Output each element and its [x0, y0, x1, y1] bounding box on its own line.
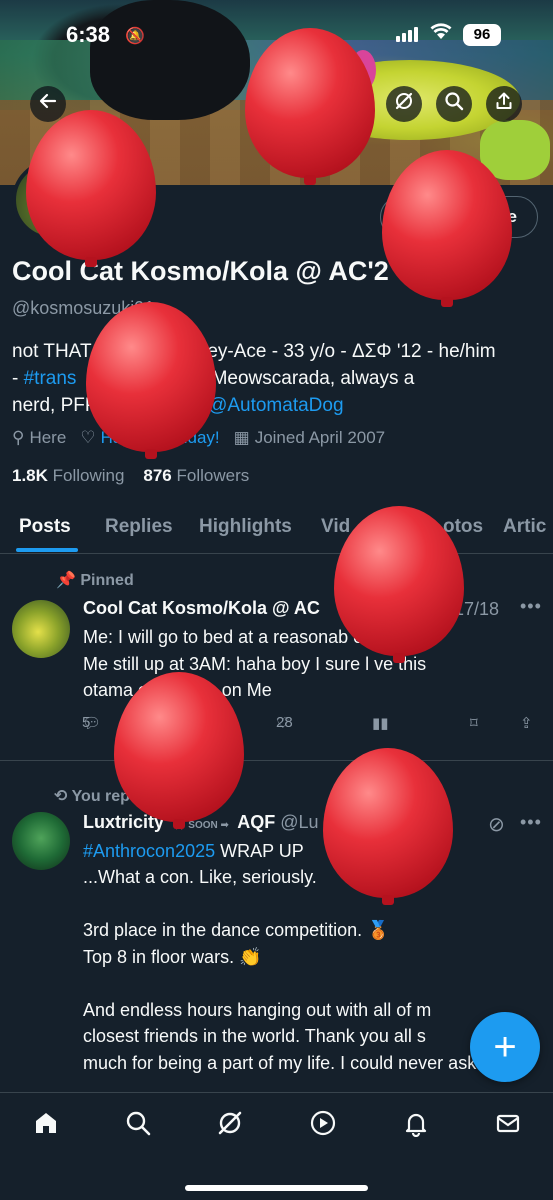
post-author[interactable]: Cool Cat Kosmo/Kola @ AC — [83, 598, 320, 619]
followers-link[interactable]: 876 Followers — [143, 466, 249, 485]
battery-indicator: 96 — [463, 24, 501, 46]
following-link[interactable]: 1.8K Following — [12, 466, 124, 485]
joined-text: Joined April 2007 — [254, 428, 386, 447]
profile-tabs: Posts Replies Highlights Vid otos Artic — [0, 506, 553, 554]
home-indicator — [185, 1185, 368, 1191]
notifications-tab[interactable] — [396, 1109, 436, 1145]
views-icon: ▮▮ — [372, 715, 389, 732]
back-button[interactable] — [30, 86, 66, 122]
following-label: Following — [52, 466, 125, 485]
followers-count: 876 — [143, 466, 172, 485]
wifi-icon — [430, 22, 452, 46]
mail-icon — [494, 1113, 522, 1143]
search-icon — [124, 1111, 152, 1143]
search-tab[interactable] — [118, 1109, 158, 1145]
bio-text: - — [12, 368, 24, 389]
post-divider — [0, 760, 553, 761]
follow-stats: 1.8K Following 876 Followers — [12, 466, 249, 486]
search-button[interactable] — [436, 86, 472, 122]
active-tab-indicator — [16, 548, 78, 552]
calendar-icon: ▦ — [233, 428, 250, 447]
grok-tab[interactable] — [210, 1109, 250, 1145]
more-icon[interactable]: ••• — [520, 812, 542, 833]
grok-icon[interactable]: ⊘ — [488, 812, 506, 837]
post-handle: @Lu — [280, 812, 319, 832]
post-avatar[interactable] — [12, 600, 70, 658]
pinned-label: 📌 Pinned — [56, 570, 134, 590]
share-icon: ⇪ — [520, 715, 533, 732]
joined-date: ▦ Joined April 2007 — [234, 428, 386, 448]
grok-button[interactable] — [386, 86, 422, 122]
author-suffix: AQF — [237, 812, 276, 832]
signal-icon — [396, 26, 418, 42]
balloon-overlay — [323, 748, 453, 905]
grok-icon — [216, 1111, 244, 1143]
location-text: Here — [29, 428, 67, 447]
reposted-text: You rep — [71, 788, 130, 805]
post-avatar[interactable] — [12, 812, 70, 870]
tab-articles[interactable]: Artic — [503, 516, 546, 538]
following-count: 1.8K — [12, 466, 48, 485]
share-icon — [494, 91, 514, 117]
pin-icon: 📌 — [56, 572, 76, 589]
grok-icon — [394, 91, 414, 117]
compose-button[interactable]: + — [470, 1012, 540, 1082]
messages-tab[interactable] — [488, 1109, 528, 1145]
reply-count: 5 — [82, 714, 91, 731]
more-icon[interactable]: ••• — [520, 596, 542, 617]
bookmark-icon: ⌑ — [470, 715, 478, 732]
tab-videos[interactable]: Vid — [321, 516, 350, 538]
post-hashtag-line: #Anthrocon2025 WRAP UP — [83, 838, 543, 865]
tab-replies[interactable]: Replies — [105, 516, 173, 538]
location-pin-icon: ⚲ — [12, 428, 25, 447]
repost-icon: ⟲ — [54, 788, 68, 805]
status-time: 6:38 — [66, 22, 111, 47]
home-tab[interactable] — [26, 1109, 66, 1145]
pinned-text: Pinned — [80, 572, 134, 589]
reposted-label: ⟲ You rep — [54, 786, 130, 806]
followers-label: Followers — [176, 466, 250, 485]
home-icon — [32, 1113, 60, 1143]
tab-posts[interactable]: Posts — [19, 516, 71, 538]
bottom-tab-bar — [0, 1092, 553, 1200]
balloon-overlay — [86, 302, 216, 459]
tab-photos[interactable]: otos — [443, 516, 483, 538]
balloon-icon: ♡ — [80, 428, 96, 447]
bell-icon — [402, 1113, 430, 1143]
play-icon — [309, 1110, 337, 1143]
tab-highlights[interactable]: Highlights — [199, 516, 292, 538]
arrow-left-icon — [38, 91, 58, 117]
location: ⚲ Here — [12, 428, 66, 448]
bio-mention-link[interactable]: @AutomataDog — [208, 395, 343, 416]
silent-bell-icon: 🔕 — [125, 28, 145, 45]
post-hashtag-suffix: WRAP UP — [215, 841, 304, 861]
share-button[interactable] — [486, 86, 522, 122]
like-count: 28 — [276, 714, 293, 731]
search-icon — [444, 91, 464, 117]
display-name: Cool Cat Kosmo/Kola @ AC'2 — [12, 256, 389, 286]
post-hashtag-link[interactable]: #Anthrocon2025 — [83, 841, 215, 861]
video-tab[interactable] — [303, 1109, 343, 1145]
soon-badge-text: SOON — [188, 820, 218, 831]
bio-hashtag-link[interactable]: #trans — [24, 368, 77, 389]
